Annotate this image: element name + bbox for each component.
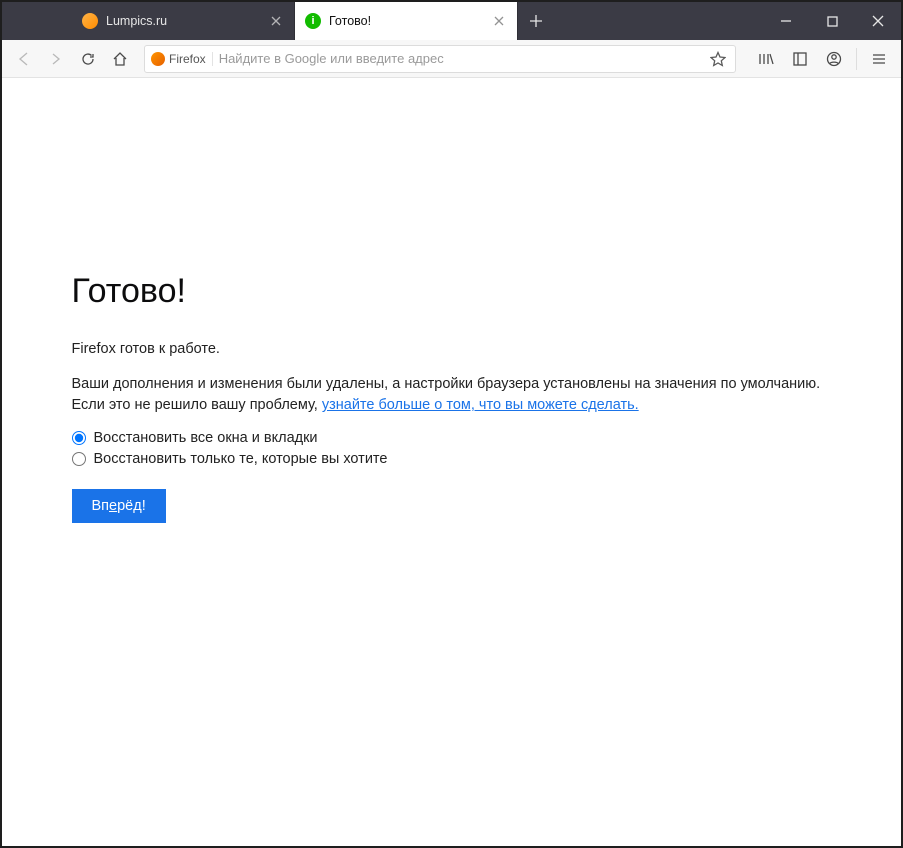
close-icon[interactable] [491,13,507,29]
info-icon: i [305,13,321,29]
bookmark-star-icon[interactable] [707,48,729,70]
window-controls [763,2,901,40]
identity-box[interactable]: Firefox [151,52,213,66]
btn-pre: Вп [92,498,110,514]
page-heading: Готово! [72,272,832,311]
btn-underline: е [109,498,117,514]
home-button[interactable] [104,44,136,74]
page-body: Готово! Firefox готов к работе. Ваши доп… [72,122,832,523]
sidebar-button[interactable] [784,44,816,74]
ready-text: Firefox готов к работе. [72,339,832,360]
lumpics-icon [82,13,98,29]
restore-options: Восстановить все окна и вкладки Восстано… [72,430,832,467]
firefox-icon [151,52,165,66]
tabs-container: Lumpics.ru i Готово! [72,2,554,40]
tab-title: Lumpics.ru [106,14,268,28]
identity-label: Firefox [169,52,206,66]
reload-button[interactable] [72,44,104,74]
toolbar-right [750,44,895,74]
menu-button[interactable] [863,44,895,74]
radio-restore-all-label: Восстановить все окна и вкладки [94,430,318,446]
library-button[interactable] [750,44,782,74]
tab-lumpics[interactable]: Lumpics.ru [72,2,295,40]
back-button[interactable] [8,44,40,74]
close-window-button[interactable] [855,2,901,40]
account-button[interactable] [818,44,850,74]
tab-title: Готово! [329,14,491,28]
maximize-button[interactable] [809,2,855,40]
new-tab-button[interactable] [518,2,554,40]
toolbar: Firefox [2,40,901,78]
radio-restore-some-input[interactable] [72,452,86,466]
content-area: Готово! Firefox готов к работе. Ваши доп… [2,78,901,846]
radio-restore-all-input[interactable] [72,431,86,445]
separator [856,48,857,70]
radio-restore-all[interactable]: Восстановить все окна и вкладки [72,430,832,446]
btn-post: рёд! [117,498,146,514]
close-icon[interactable] [268,13,284,29]
forward-button[interactable] [40,44,72,74]
radio-restore-some[interactable]: Восстановить только те, которые вы хотит… [72,451,832,467]
tab-bar: Lumpics.ru i Готово! [2,2,901,40]
forward-action-button[interactable]: Вперёд! [72,489,166,523]
learn-more-link[interactable]: узнайте больше о том, что вы можете сдел… [322,397,639,413]
radio-restore-some-label: Восстановить только те, которые вы хотит… [94,451,388,467]
tab-ready[interactable]: i Готово! [295,2,518,40]
url-bar[interactable]: Firefox [144,45,736,73]
details-text: Ваши дополнения и изменения были удалены… [72,374,832,416]
minimize-button[interactable] [763,2,809,40]
address-input[interactable] [219,51,707,66]
